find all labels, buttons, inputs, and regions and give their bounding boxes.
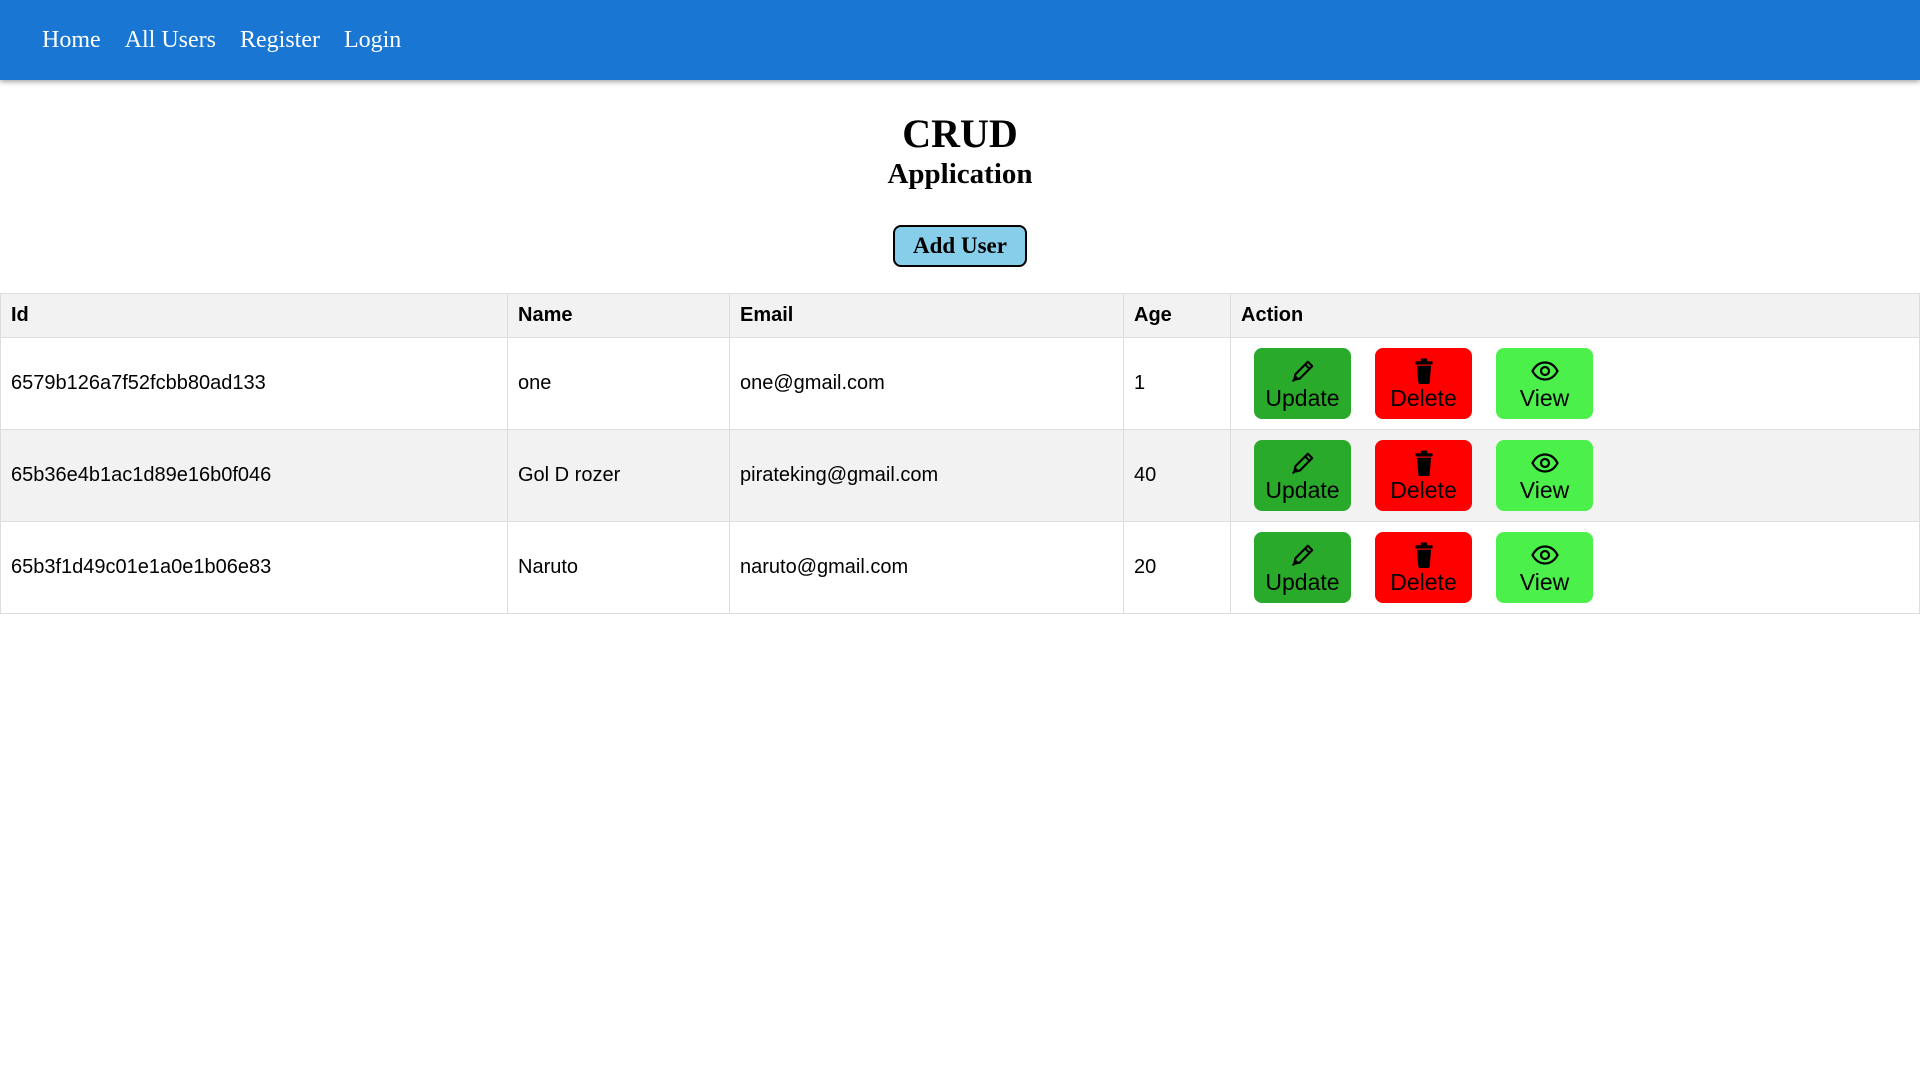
update-button[interactable]: Update xyxy=(1254,532,1351,603)
cell-name: Naruto xyxy=(507,521,730,614)
update-button-label: Update xyxy=(1265,568,1340,595)
trash-icon xyxy=(1413,357,1435,385)
table-row: 65b3f1d49c01e1a0e1b06e83 Naruto naruto@gma… xyxy=(0,521,1920,614)
cell-actions: Update Delete View xyxy=(1230,337,1920,430)
cell-age: 1 xyxy=(1123,337,1231,430)
view-button[interactable]: View xyxy=(1496,440,1593,511)
pen-icon xyxy=(1290,541,1316,569)
column-header-id: Id xyxy=(0,293,508,338)
eye-icon xyxy=(1530,541,1559,569)
nav-link-register[interactable]: Register xyxy=(240,27,320,54)
delete-button[interactable]: Delete xyxy=(1375,348,1472,419)
cell-name: Gol D rozer xyxy=(507,429,730,522)
cell-email: one@gmail.com xyxy=(729,337,1124,430)
delete-button-label: Delete xyxy=(1390,568,1457,595)
nav-link-all-users[interactable]: All Users xyxy=(125,27,216,54)
column-header-name: Name xyxy=(507,293,730,338)
trash-icon xyxy=(1413,449,1435,477)
pen-icon xyxy=(1290,449,1316,477)
delete-button[interactable]: Delete xyxy=(1375,440,1472,511)
cell-name: one xyxy=(507,337,730,430)
navbar: Home All Users Register Login xyxy=(0,0,1920,80)
cell-age: 40 xyxy=(1123,429,1231,522)
view-button[interactable]: View xyxy=(1496,532,1593,603)
eye-icon xyxy=(1530,449,1559,477)
nav-link-home[interactable]: Home xyxy=(42,27,101,54)
delete-button-label: Delete xyxy=(1390,384,1457,411)
update-button[interactable]: Update xyxy=(1254,440,1351,511)
cell-email: naruto@gmail.com xyxy=(729,521,1124,614)
users-table: Id Name Email Age Action 6579b126a7f52fc… xyxy=(0,293,1920,614)
view-button[interactable]: View xyxy=(1496,348,1593,419)
cell-email: pirateking@gmail.com xyxy=(729,429,1124,522)
add-user-button[interactable]: Add User xyxy=(893,225,1027,267)
delete-button[interactable]: Delete xyxy=(1375,532,1472,603)
pen-icon xyxy=(1290,357,1316,385)
page-subtitle: Application xyxy=(887,158,1033,190)
column-header-action: Action xyxy=(1230,293,1920,338)
update-button-label: Update xyxy=(1265,384,1340,411)
view-button-label: View xyxy=(1519,476,1570,503)
table-body: 6579b126a7f52fcbb80ad133 one one@gmail.com… xyxy=(0,337,1920,614)
delete-button-label: Delete xyxy=(1390,476,1457,503)
table-header-row: Id Name Email Age Action xyxy=(0,293,1920,338)
table-row: 65b36e4b1ac1d89e16b0f046 Gol D rozer pirat… xyxy=(0,429,1920,522)
column-header-email: Email xyxy=(729,293,1124,338)
update-button-label: Update xyxy=(1265,476,1340,503)
cell-id: 65b36e4b1ac1d89e16b0f046 xyxy=(0,429,508,522)
eye-icon xyxy=(1530,357,1559,385)
update-button[interactable]: Update xyxy=(1254,348,1351,419)
trash-icon xyxy=(1413,541,1435,569)
page-title: CRUD xyxy=(902,111,1018,156)
table-row: 6579b126a7f52fcbb80ad133 one one@gmail.com… xyxy=(0,337,1920,430)
cell-id: 65b3f1d49c01e1a0e1b06e83 xyxy=(0,521,508,614)
column-header-age: Age xyxy=(1123,293,1231,338)
view-button-label: View xyxy=(1519,384,1570,411)
cell-actions: Update Delete View xyxy=(1230,429,1920,522)
view-button-label: View xyxy=(1519,568,1570,595)
page-header: CRUD Application xyxy=(0,112,1920,192)
cell-id: 6579b126a7f52fcbb80ad133 xyxy=(0,337,508,430)
cell-age: 20 xyxy=(1123,521,1231,614)
cell-actions: Update Delete View xyxy=(1230,521,1920,614)
nav-link-login[interactable]: Login xyxy=(344,27,401,54)
